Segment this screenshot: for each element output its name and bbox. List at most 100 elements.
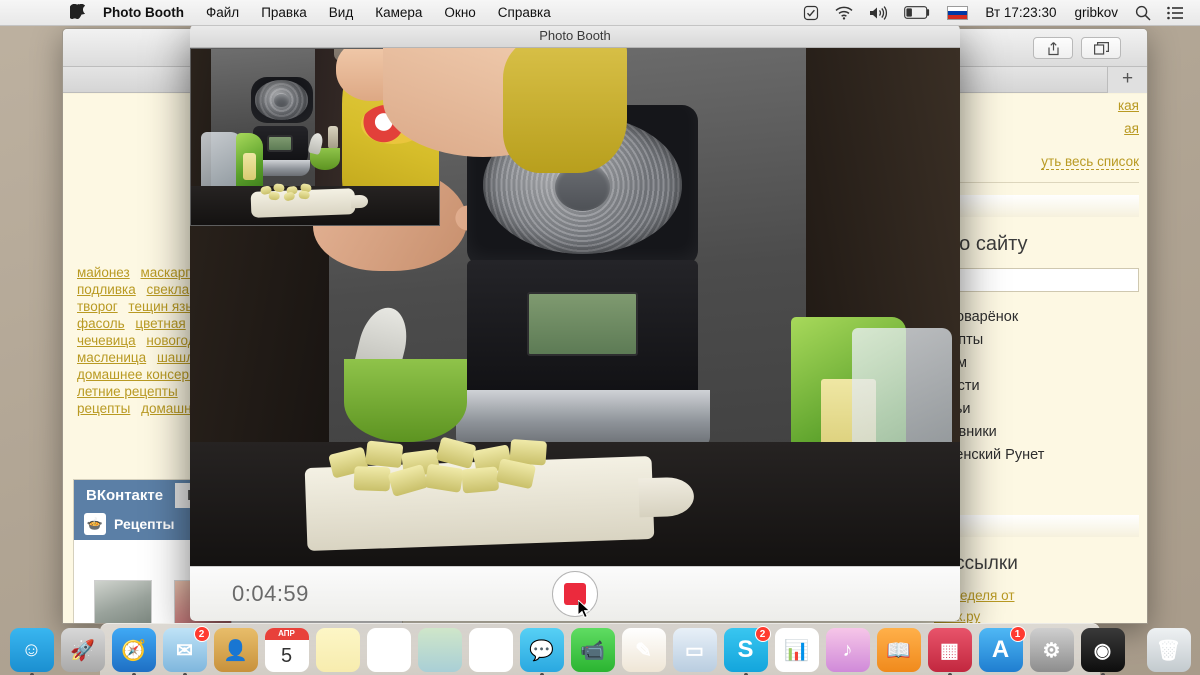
dock-item-keynote[interactable]: ▭ [672,628,717,672]
sidebar-nav-item[interactable]: дневники [934,421,1139,444]
mailing-link[interactable]: ёнок.ру [934,606,1139,623]
photo-booth-icon: ▦ [940,639,959,662]
contacts-icon: 👤 [223,639,248,662]
dock-item-skype[interactable]: S2 [723,626,771,675]
calendar-month: АПР [264,628,309,640]
volume-icon[interactable] [861,5,896,20]
photo-booth-window[interactable]: Photo Booth 0:04:59 [190,24,960,621]
dock-badge: 2 [754,626,771,642]
dock-item-contacts[interactable]: 👤 [213,628,258,672]
dock-badge: 1 [1009,626,1026,642]
menu-item-edit[interactable]: Правка [250,0,318,26]
dock-item-maps[interactable] [417,628,462,672]
dock-item-ibooks[interactable]: 📖 [876,628,921,672]
tag-link[interactable]: подливка [77,282,136,297]
sidebar-nav[interactable]: ь Поварёнок ецепты орум овости татьи дне… [934,306,1139,467]
pip-bag-window [242,152,256,180]
dock[interactable]: ☺ 🚀 🧭 ✉ 2 👤 АПР 5 ❁ 💬 📹 ✎ ▭ S 2 📊 ♪ 📖 ▦ A 1 ⚙ ◉ 🗑 [9,623,1191,675]
window-title-bar[interactable]: Photo Booth [190,24,960,48]
vk-member[interactable]: Дарья [94,580,152,623]
dock-item-pages[interactable]: ✎ [621,628,666,672]
menu-item-camera[interactable]: Камера [364,0,433,26]
dock-item-notes[interactable] [315,628,360,672]
menu-app-name[interactable]: Photo Booth [92,0,195,26]
battery-icon[interactable] [896,6,939,19]
sidebar-links[interactable]: кая ая [934,94,1139,140]
tag-link[interactable]: творог [77,299,118,314]
dock-item-photo-booth[interactable]: ▦ [927,628,972,675]
mailing-links[interactable]: ая неделя от ёнок.ру [934,585,1139,623]
page-right-sidebar: кая ая уть весь список к по сайту ь Пова… [934,94,1139,623]
pip-lid-hub [274,93,289,108]
dock-item-photos[interactable]: ❁ [468,628,513,672]
share-icon[interactable] [1033,37,1073,59]
facetime-icon: 📹 [580,639,605,662]
apple-logo-icon[interactable] [70,3,86,22]
ibooks-icon: 📖 [886,639,911,662]
dock-item-itunes[interactable]: ♪ [825,628,870,672]
avatar[interactable] [94,580,152,623]
pip-cutting-board [250,182,368,219]
system-preferences-icon: ⚙ [1042,639,1061,662]
dock-item-numbers[interactable]: 📊 [774,628,819,672]
vk-tab-vkontakte[interactable]: ВКонтакте [74,483,176,508]
menu-item-view[interactable]: Вид [318,0,364,26]
dock-item-reminders[interactable] [366,628,411,672]
dock-item-app-store[interactable]: A1 [978,626,1026,672]
checkbox-icon[interactable] [795,5,827,21]
sidebar-nav-item[interactable]: ь женский Рунет [934,444,1139,467]
photo-booth-toolbar: 0:04:59 [190,566,960,621]
sidebar-nav-item[interactable]: овости [934,375,1139,398]
sidebar-nav-item[interactable]: ь Поварёнок [934,306,1139,329]
expand-all-link[interactable]: уть весь список [1041,154,1139,170]
tag-link[interactable]: чечевица [77,333,136,348]
menu-item-window[interactable]: Окно [433,0,486,26]
tag-link[interactable]: цветная [135,316,185,331]
dock-item-trash[interactable]: 🗑 [1146,628,1191,672]
tag-link[interactable]: рецепты [77,401,130,416]
dock-item-facetime[interactable]: 📹 [570,628,615,672]
app-store-icon: A [991,636,1010,663]
show-tabs-icon[interactable] [1081,37,1121,59]
wifi-icon[interactable] [827,6,861,20]
dock-item-mail[interactable]: ✉ 2 [162,626,210,675]
dock-item-messages[interactable]: 💬 [519,628,564,675]
skype-icon: S [737,636,754,663]
sidebar-nav-item[interactable]: орум [934,352,1139,375]
pip-food-chunks [256,179,340,205]
tag-link[interactable]: масленица [77,350,146,365]
new-tab-button[interactable]: + [1107,67,1147,93]
dock-item-obs[interactable]: ◉ [1080,628,1125,675]
sidebar-nav-item[interactable]: ецепты [934,329,1139,352]
menu-bar-status[interactable]: Вт 17:23:30 gribkov [795,5,1200,21]
menu-bar[interactable]: Photo Booth Файл Правка Вид Камера Окно … [0,0,1200,26]
dock-item-launchpad[interactable]: 🚀 [60,628,105,672]
russian-flag-icon[interactable] [939,5,976,20]
dock-item-system-preferences[interactable]: ⚙ [1029,628,1074,672]
obs-icon: ◉ [1093,639,1112,662]
tag-link[interactable]: летние рецепты [77,384,178,399]
sidebar-white-strip [934,515,1139,537]
dock-item-finder[interactable]: ☺ [9,628,54,675]
dock-item-calendar[interactable]: АПР 5 [264,628,309,672]
menu-bar-clock[interactable]: Вт 17:23:30 [976,5,1065,20]
scene-person-face [382,48,627,173]
stop-recording-button[interactable] [552,571,598,617]
mailing-link[interactable]: ая неделя от [934,585,1139,606]
tag-link[interactable]: фасоль [77,316,125,331]
menu-item-file[interactable]: Файл [195,0,250,26]
sidebar-nav-item[interactable]: татьи [934,398,1139,421]
menu-item-help[interactable]: Справка [487,0,562,26]
sidebar-link[interactable]: кая [934,94,1139,117]
notification-center-icon[interactable] [1159,6,1192,20]
search-icon[interactable] [1127,5,1159,21]
divider [934,182,1139,183]
menu-bar-user[interactable]: gribkov [1065,5,1127,20]
dock-badge: 2 [193,626,210,642]
tag-link[interactable]: майонез [77,265,130,280]
tag-link[interactable]: свекла [146,282,189,297]
dock-item-safari[interactable]: 🧭 [111,628,156,675]
menu-bar-left[interactable]: Photo Booth Файл Правка Вид Камера Окно … [0,0,562,26]
sidebar-link[interactable]: ая [934,117,1139,140]
site-search-input[interactable] [934,268,1139,292]
